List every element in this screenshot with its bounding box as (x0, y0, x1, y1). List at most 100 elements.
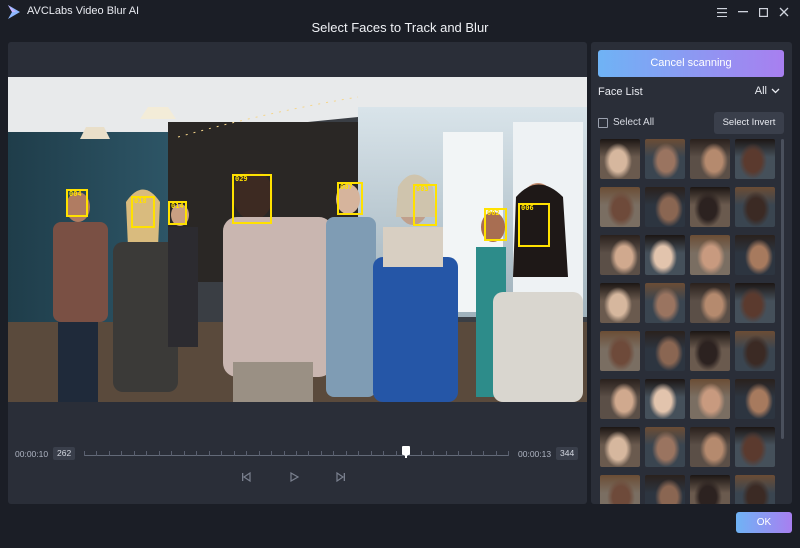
timeline-tick (333, 451, 334, 456)
dialog-title: Select Faces to Track and Blur (311, 20, 489, 35)
face-thumbnail[interactable] (690, 139, 730, 179)
face-thumbnail[interactable] (645, 475, 685, 504)
video-panel: 004 018 014 029 007 003 002 006 00:00:10… (8, 42, 587, 504)
timeline-tick (371, 451, 372, 456)
face-thumbnail[interactable] (735, 139, 775, 179)
minimize-icon[interactable] (735, 4, 751, 20)
start-time: 00:00:10 (15, 449, 49, 459)
face-thumbnail[interactable] (645, 187, 685, 227)
timeline-tick (496, 451, 497, 456)
face-list-label: Face List (598, 86, 643, 98)
timeline-tick (358, 451, 359, 456)
face-thumbnail[interactable] (600, 283, 640, 323)
timeline-tick (159, 451, 160, 456)
face-thumbnail[interactable] (735, 427, 775, 467)
face-list-scrollbar[interactable] (781, 139, 784, 439)
chevron-down-icon (771, 88, 780, 94)
face-thumbnail[interactable] (735, 283, 775, 323)
face-thumbnail[interactable] (600, 331, 640, 371)
end-time: 00:00:13 (518, 449, 552, 459)
timeline-tick (121, 451, 122, 456)
face-thumbnail[interactable] (645, 427, 685, 467)
face-thumbnail[interactable] (600, 379, 640, 419)
checkbox[interactable] (598, 117, 608, 128)
start-frame-badge: 262 (53, 447, 76, 460)
timeline-tick (483, 451, 484, 456)
timeline-tick (171, 451, 172, 456)
timeline-tick (396, 451, 397, 456)
skip-forward-icon[interactable] (334, 470, 348, 484)
face-thumbnail[interactable] (600, 475, 640, 504)
timeline-tick (383, 451, 384, 456)
face-thumbnail[interactable] (690, 235, 730, 275)
face-thumbnail[interactable] (600, 139, 640, 179)
face-box[interactable]: 002 (484, 208, 507, 241)
face-box[interactable]: 029 (232, 174, 272, 224)
timeline-tick (296, 451, 297, 456)
face-thumbnail[interactable] (735, 379, 775, 419)
timeline-tick (471, 451, 472, 456)
timeline-tick (308, 451, 309, 456)
timeline-tick (421, 451, 422, 456)
face-thumbnail[interactable] (690, 283, 730, 323)
face-thumbnail[interactable] (690, 475, 730, 504)
timeline-tick (321, 451, 322, 456)
select-all-checkbox[interactable]: Select All (598, 117, 654, 128)
ok-button[interactable]: OK (736, 512, 792, 533)
face-filter-dropdown[interactable]: All (755, 85, 780, 97)
face-box[interactable]: 007 (337, 182, 363, 215)
face-thumbnail[interactable] (735, 475, 775, 504)
timeline-tick (196, 451, 197, 456)
app-logo-icon (8, 5, 20, 19)
timeline-tick (346, 451, 347, 456)
face-thumbnail[interactable] (735, 331, 775, 371)
timeline-tick (134, 451, 135, 456)
face-box[interactable]: 018 (131, 196, 155, 228)
end-frame-badge: 344 (556, 447, 579, 460)
app-title: AVCLabs Video Blur AI (27, 5, 140, 17)
face-thumbnail[interactable] (735, 187, 775, 227)
maximize-icon[interactable] (755, 4, 771, 20)
timeline-tick (184, 451, 185, 456)
face-thumbnail[interactable] (645, 235, 685, 275)
skip-back-icon[interactable] (239, 470, 253, 484)
timeline[interactable]: 00:00:10 262 00:00:13 344 (8, 444, 587, 464)
menu-icon[interactable] (714, 4, 730, 20)
timeline-tick (458, 451, 459, 456)
face-box[interactable]: 014 (168, 201, 187, 225)
video-frame: 004 018 014 029 007 003 002 006 (8, 77, 587, 402)
cancel-scanning-button[interactable]: Cancel scanning (598, 50, 784, 77)
timeline-tick (259, 451, 260, 456)
timeline-tick (146, 451, 147, 456)
timeline-tick (508, 451, 509, 456)
face-thumbnail[interactable] (645, 379, 685, 419)
timeline-tick (284, 451, 285, 456)
face-thumbnail[interactable] (690, 427, 730, 467)
face-thumbnail[interactable] (600, 427, 640, 467)
timeline-tick (109, 451, 110, 456)
face-thumbnail[interactable] (690, 379, 730, 419)
timeline-tick (246, 451, 247, 456)
timeline-tick (84, 451, 85, 456)
playback-controls (8, 470, 587, 486)
face-thumbnail[interactable] (735, 235, 775, 275)
face-box[interactable]: 004 (66, 189, 88, 217)
select-invert-button[interactable]: Select Invert (714, 112, 784, 134)
face-thumbnail[interactable] (600, 235, 640, 275)
face-box[interactable]: 006 (518, 203, 550, 247)
timeline-tick (96, 451, 97, 456)
face-thumbnail[interactable] (690, 187, 730, 227)
face-thumbnail[interactable] (600, 187, 640, 227)
face-list-panel: Cancel scanning Face List All Select All… (591, 42, 792, 504)
face-filter-value: All (754, 85, 767, 97)
play-icon[interactable] (287, 470, 301, 484)
face-thumbnail[interactable] (645, 331, 685, 371)
face-thumbnail[interactable] (690, 331, 730, 371)
face-thumbnail[interactable] (645, 139, 685, 179)
face-thumbnail[interactable] (645, 283, 685, 323)
timeline-tick (221, 451, 222, 456)
timeline-tick (271, 451, 272, 456)
face-box[interactable]: 003 (413, 184, 437, 226)
close-icon[interactable] (776, 4, 792, 20)
timeline-tick (209, 451, 210, 456)
